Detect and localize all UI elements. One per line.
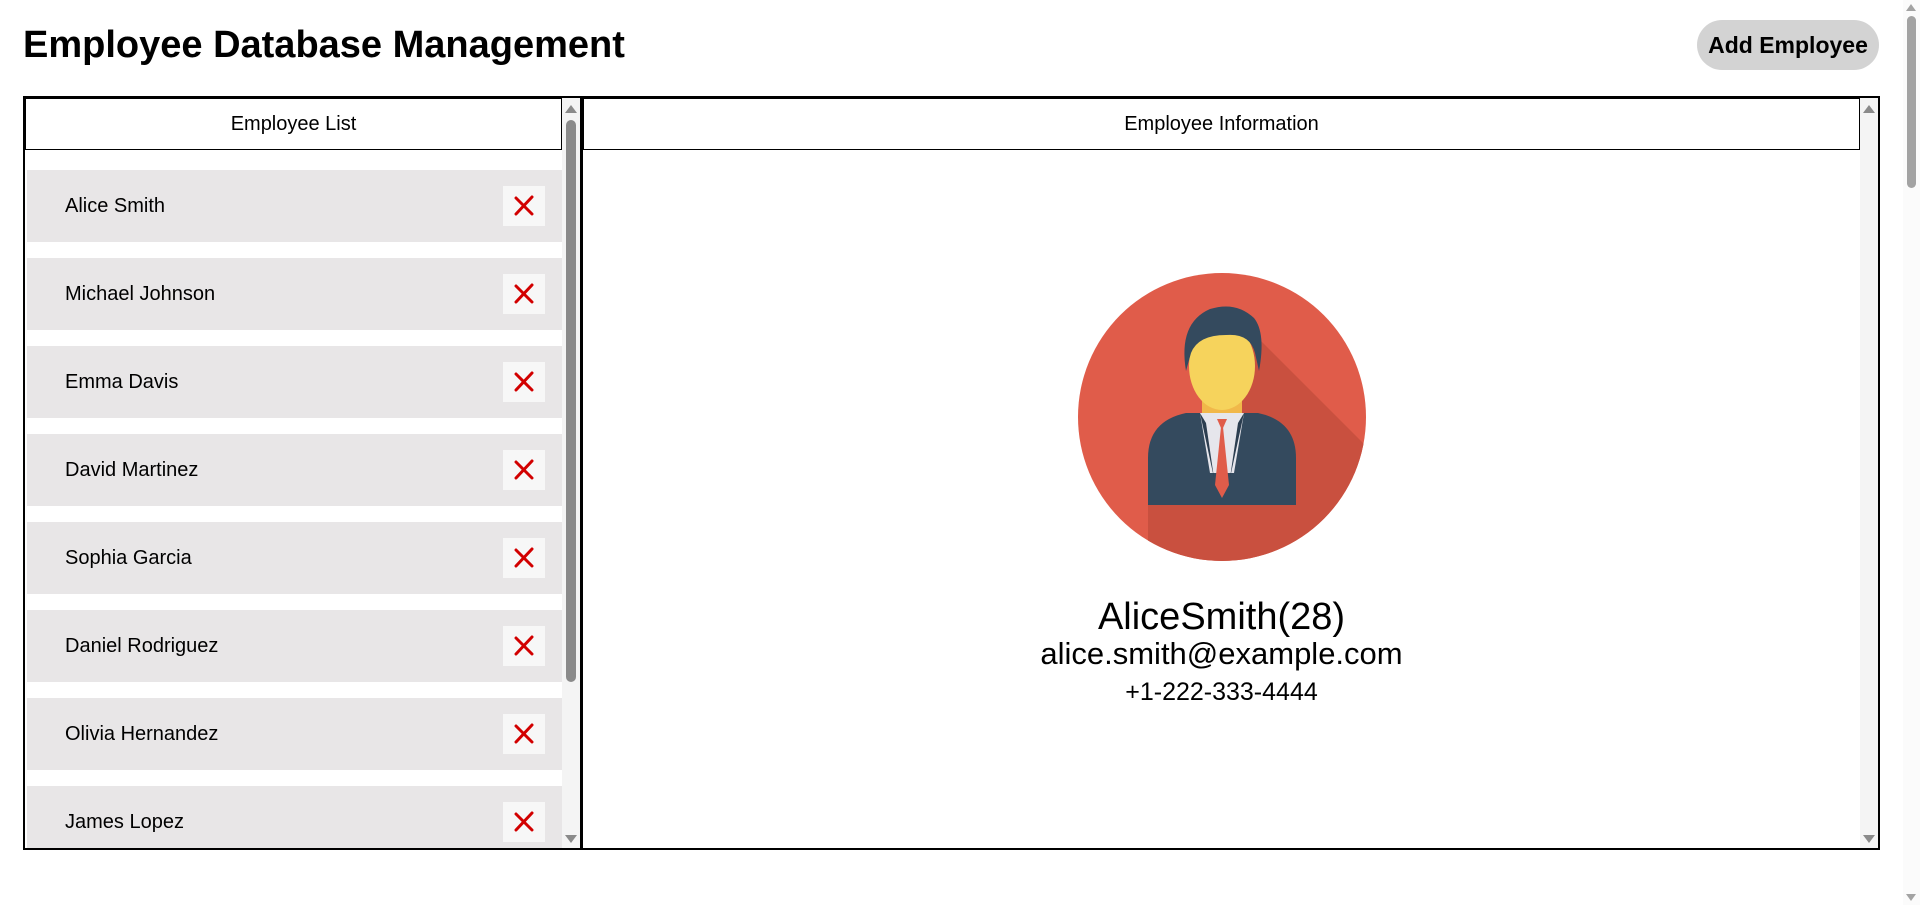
delete-employee-button[interactable] [503,538,545,578]
delete-employee-button[interactable] [503,714,545,754]
delete-x-icon [514,811,534,832]
employee-list-item[interactable]: Emma Davis [27,346,562,418]
delete-employee-button[interactable] [503,626,545,666]
employee-list-item[interactable]: Daniel Rodriguez [27,610,562,682]
page-scroll-thumb[interactable] [1907,16,1916,188]
scroll-thumb[interactable] [566,120,576,682]
delete-x-icon [514,635,534,656]
page-scrollbar[interactable] [1903,0,1920,905]
employee-name: Alice Smith [65,195,166,217]
page-scroll-down-arrow-icon[interactable] [1906,894,1916,901]
delete-employee-button[interactable] [503,802,545,842]
add-employee-button[interactable]: Add Employee [1697,20,1879,70]
scroll-up-arrow-icon[interactable] [1863,105,1875,113]
employee-list-item[interactable]: Michael Johnson [27,258,562,330]
employee-name: Olivia Hernandez [65,723,219,745]
employee-list-panel: Employee List Alice Smith Michael Johnso… [23,96,582,850]
employee-list-item[interactable]: James Lopez [27,786,562,848]
employee-list-item[interactable]: Alice Smith [27,170,562,242]
employee-list-header: Employee List [25,98,562,150]
employee-name: James Lopez [65,811,184,833]
delete-x-icon [514,547,534,568]
employee-name: Emma Davis [65,371,179,393]
employee-list-item[interactable]: Sophia Garcia [27,522,562,594]
employee-name: Michael Johnson [65,283,216,305]
scroll-up-arrow-icon[interactable] [565,105,577,113]
scroll-down-arrow-icon[interactable] [565,835,577,843]
delete-x-icon [514,195,534,216]
delete-x-icon [514,371,534,392]
employee-info-panel: Employee Information AliceSmith(28) alic… [581,96,1880,850]
employee-name: David Martinez [65,459,199,481]
employee-phone: +1-222-333-4444 [1125,678,1318,706]
employee-name: Sophia Garcia [65,547,192,569]
delete-x-icon [514,723,534,744]
employee-list: Alice Smith Michael Johnson Emma Davis D… [25,150,562,848]
employee-info-scrollbar[interactable] [1860,98,1878,848]
delete-employee-button[interactable] [503,274,545,314]
employee-email: alice.smith@example.com [1040,636,1403,671]
delete-x-icon [514,283,534,304]
scroll-down-arrow-icon[interactable] [1863,835,1875,843]
employee-name: Daniel Rodriguez [65,635,219,657]
employee-name-age: AliceSmith(28) [1097,596,1346,638]
employee-list-item[interactable]: David Martinez [27,434,562,506]
delete-employee-button[interactable] [503,362,545,402]
page-title: Employee Database Management [23,24,625,66]
employee-info-header: Employee Information [583,98,1860,150]
page-scroll-up-arrow-icon[interactable] [1906,4,1916,11]
employee-list-scrollbar[interactable] [562,98,580,848]
employee-list-item[interactable]: Olivia Hernandez [27,698,562,770]
businessman-avatar-icon [1078,273,1366,561]
delete-x-icon [514,459,534,480]
delete-employee-button[interactable] [503,450,545,490]
delete-employee-button[interactable] [503,186,545,226]
